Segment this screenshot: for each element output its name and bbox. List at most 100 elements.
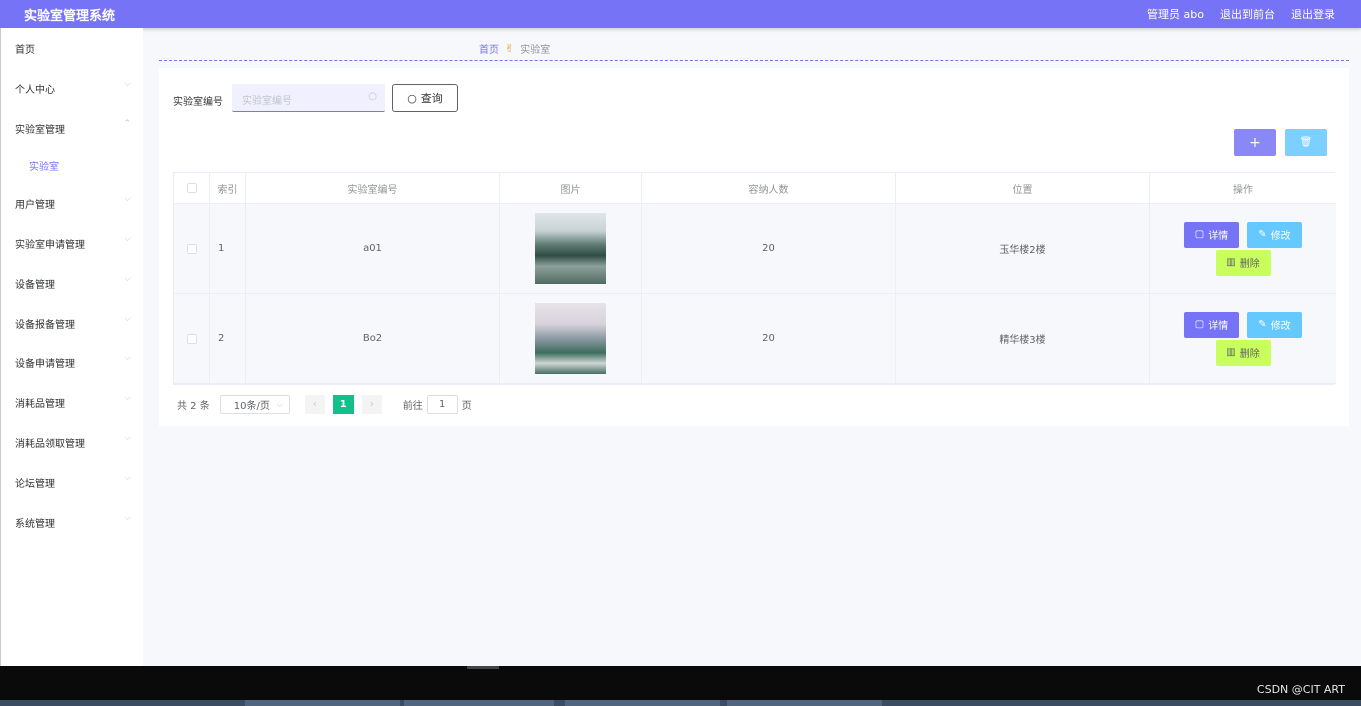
row-capacity: 20: [642, 204, 896, 293]
sidebar-item-label: 设备申请管理: [15, 359, 75, 370]
sidebar-item-consumable-collection[interactable]: 消耗品领取管理 ⌵: [15, 433, 131, 450]
sidebar-item-label: 实验室申请管理: [15, 240, 85, 251]
table-header: 索引 实验室编号 图片 容纳人数 位置 操作: [174, 173, 1336, 204]
sidebar-item-personal-center[interactable]: 个人中心 ⌵: [15, 79, 131, 96]
sidebar-item-consumables[interactable]: 消耗品管理 ⌵: [15, 393, 131, 410]
header-code[interactable]: 实验室编号: [246, 173, 500, 203]
header-capacity[interactable]: 容纳人数: [642, 173, 896, 203]
edit-button-label: 修改: [1270, 231, 1291, 242]
header-location[interactable]: 位置: [896, 173, 1150, 203]
chevron-down-icon: ⌵: [124, 433, 131, 443]
hand-icon: ✌: [505, 42, 515, 55]
taskbar-window-button[interactable]: [565, 700, 720, 706]
row-index: 1: [210, 204, 246, 293]
prev-page-button[interactable]: ‹: [304, 395, 325, 414]
pencil-icon: ✎: [1258, 229, 1267, 240]
header-actions: 操作: [1233, 184, 1253, 196]
delete-button-label: 删除: [1239, 259, 1260, 270]
page-number-current[interactable]: 1: [332, 395, 354, 414]
breadcrumb-current: 实验室: [520, 45, 551, 56]
delete-button[interactable]: ▥ 删除: [1215, 339, 1271, 366]
delete-button[interactable]: ▥ 删除: [1215, 249, 1271, 276]
watermark: CSDN @CIT ART: [1256, 683, 1345, 696]
page-size-select[interactable]: 10条/页 ⌵: [219, 395, 290, 414]
page-suffix: 页: [461, 401, 472, 412]
sidebar-item-user-management[interactable]: 用户管理 ⌵: [15, 194, 131, 211]
select-all-checkbox[interactable]: [186, 183, 197, 193]
sidebar-item-equipment[interactable]: 设备管理 ⌵: [15, 274, 131, 291]
sidebar-item-label: 实验室管理: [15, 125, 65, 136]
detail-button-label: 详情: [1208, 231, 1229, 242]
sidebar-item-system[interactable]: 系统管理 ⌵: [15, 513, 131, 530]
table-row: 2 Bo2 20 精华楼3楼 ▢ 详情 ✎ 修改 ▥ 删除: [174, 294, 1336, 384]
row-actions: ▢ 详情 ✎ 修改 ▥ 删除: [1150, 294, 1336, 383]
header-links: 管理员 abo 退出到前台 退出登录: [1147, 6, 1335, 22]
admin-user-link[interactable]: 管理员 abo: [1147, 6, 1204, 22]
sidebar-item-equipment-application[interactable]: 设备申请管理 ⌵: [15, 353, 131, 370]
chevron-left-icon: ‹: [312, 399, 317, 410]
taskbar-window-button[interactable]: [404, 700, 554, 706]
next-page-button[interactable]: ›: [361, 395, 382, 414]
edit-button[interactable]: ✎ 修改: [1247, 311, 1302, 338]
query-button[interactable]: ○ 查询: [392, 84, 458, 112]
row-select-cell: [174, 204, 210, 293]
add-button[interactable]: +: [1234, 129, 1276, 156]
plus-icon: +: [1249, 134, 1261, 151]
chevron-down-icon: ⌵: [124, 314, 131, 324]
header-image: 图片: [500, 173, 642, 203]
row-checkbox[interactable]: [186, 333, 197, 344]
sidebar-item-forum[interactable]: 论坛管理 ⌵: [15, 473, 131, 490]
goto-page-input[interactable]: 1: [426, 395, 458, 414]
trash-icon: 🗑: [1299, 137, 1313, 148]
select-all-cell: [174, 173, 210, 203]
doc-icon: ▢: [1194, 319, 1205, 330]
sidebar-item-label: 系统管理: [15, 519, 55, 530]
back-to-frontend-link[interactable]: 退出到前台: [1220, 6, 1275, 22]
sidebar-item-equipment-report[interactable]: 设备报备管理 ⌵: [15, 314, 131, 331]
search-icon: ○: [407, 91, 417, 105]
row-image-cell: [500, 204, 642, 293]
row-index: 2: [210, 294, 246, 383]
chevron-down-icon: ⌵: [124, 353, 131, 363]
detail-button[interactable]: ▢ 详情: [1184, 221, 1239, 248]
detail-button-label: 详情: [1208, 321, 1229, 332]
breadcrumb-home[interactable]: 首页: [479, 41, 499, 56]
row-checkbox[interactable]: [186, 243, 197, 254]
search-placeholder: 实验室编号: [242, 96, 292, 107]
action-group: ▢ 详情 ✎ 修改 ▥ 删除: [1184, 221, 1302, 276]
content-panel: 实验室编号 实验室编号 ○ ○ 查询 + 🗑 索引 实验室编号 图片 容纳人数 …: [159, 68, 1349, 426]
chevron-up-icon: ⌃: [123, 119, 131, 129]
logout-link[interactable]: 退出登录: [1291, 6, 1335, 22]
edit-button[interactable]: ✎ 修改: [1247, 221, 1302, 248]
chevron-right-icon: ›: [369, 399, 374, 410]
edit-button-label: 修改: [1270, 321, 1291, 332]
os-taskbar: CSDN @CIT ART: [0, 666, 1361, 706]
sidebar-item-lab-application[interactable]: 实验室申请管理 ⌵: [15, 234, 131, 251]
query-button-label: 查询: [420, 92, 443, 105]
lab-photo[interactable]: [535, 213, 606, 284]
search-input[interactable]: 实验室编号 ○: [232, 84, 385, 112]
row-image-cell: [500, 294, 642, 383]
table-row: 1 a01 20 玉华楼2楼 ▢ 详情 ✎ 修改 ▥ 删除: [174, 204, 1336, 294]
chevron-down-icon: ⌵: [124, 274, 131, 284]
taskbar-window-button[interactable]: [245, 700, 400, 706]
pagination: 共 2 条 10条/页 ⌵ ‹ 1 › 前往 1 页: [177, 395, 472, 414]
batch-delete-button[interactable]: 🗑: [1285, 129, 1327, 156]
scroll-grip: [467, 666, 499, 669]
detail-button[interactable]: ▢ 详情: [1184, 311, 1239, 338]
sidebar-item-lab-management[interactable]: 实验室管理 ⌃: [15, 119, 131, 136]
action-line: ▢ 详情 ✎ 修改: [1184, 221, 1302, 248]
row-actions: ▢ 详情 ✎ 修改 ▥ 删除: [1150, 204, 1336, 293]
trash-icon: ▥: [1226, 347, 1236, 358]
lab-photo[interactable]: [535, 303, 606, 374]
chevron-down-icon: ⌵: [124, 393, 131, 403]
chevron-down-icon: ⌵: [124, 513, 131, 523]
chevron-down-icon: ⌵: [276, 399, 283, 409]
sidebar-item-label: 个人中心: [15, 85, 55, 96]
row-code: Bo2: [246, 294, 500, 383]
sidebar-item-home[interactable]: 首页: [15, 41, 131, 56]
lab-table: 索引 实验室编号 图片 容纳人数 位置 操作 1 a01 20 玉华楼2楼 ▢ 详…: [173, 172, 1336, 385]
doc-icon: ▢: [1194, 229, 1205, 240]
taskbar-window-button[interactable]: [727, 700, 882, 706]
sidebar-subitem-lab[interactable]: 实验室: [29, 158, 59, 173]
